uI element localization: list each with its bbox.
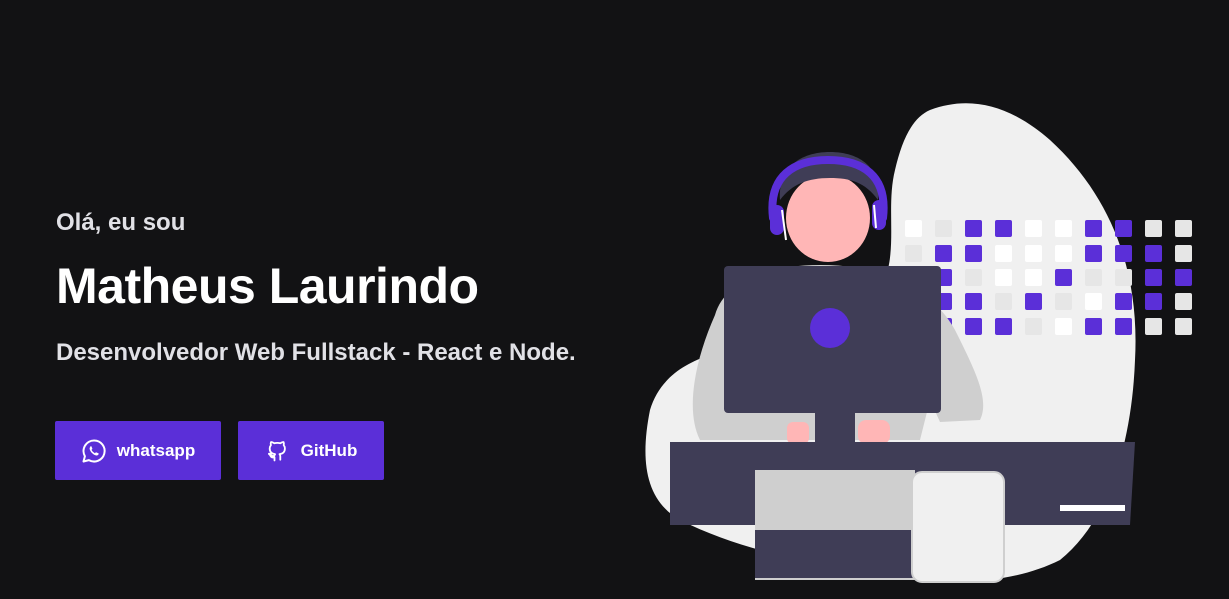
desk-stripe: [1060, 505, 1125, 511]
developer-illustration: [645, 103, 1192, 583]
whatsapp-icon: [81, 438, 107, 464]
right-hand: [858, 420, 890, 444]
intro-text: Olá, eu sou Matheus Laurindo Desenvolved…: [56, 206, 656, 370]
github-button[interactable]: GitHub: [238, 421, 384, 480]
left-hand: [787, 422, 809, 444]
monitor-logo: [810, 308, 850, 348]
monitor-stand: [815, 413, 855, 445]
github-label: GitHub: [300, 440, 358, 460]
headphone-left: [770, 205, 784, 235]
whatsapp-label: whatsapp: [116, 440, 196, 460]
hero-section: Olá, eu sou Matheus Laurindo Desenvolved…: [0, 0, 1229, 599]
person-head: [786, 174, 870, 262]
greeting-text: Olá, eu sou: [56, 209, 186, 236]
contact-actions: whatsapp GitHub: [55, 421, 384, 480]
profile-role: Desenvolvedor Web Fullstack - React e No…: [56, 339, 576, 366]
profile-name: Matheus Laurindo: [56, 258, 479, 314]
whatsapp-button[interactable]: whatsapp: [55, 421, 221, 480]
chair: [911, 471, 1005, 583]
github-icon: [265, 438, 291, 464]
